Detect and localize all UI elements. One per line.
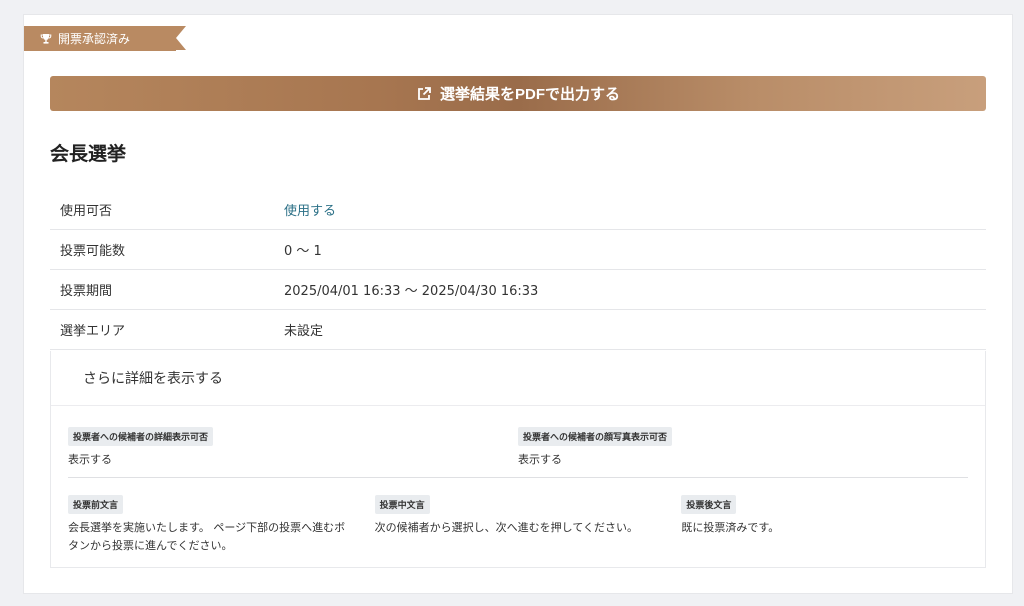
post-vote-message: 投票後文言 既に投票済みです。 xyxy=(681,493,988,555)
field-value: 表示する xyxy=(518,453,562,466)
field-tag: 投票中文言 xyxy=(374,495,430,514)
info-value-usage: 使用する xyxy=(284,204,337,219)
details-panel: さらに詳細を表示する 投票者への候補者の詳細表示可否 表示する 投票者への候補者… xyxy=(50,351,986,568)
election-card: 開票承認済み 選挙結果をPDFで出力する 会長選挙 使用可否 使用する 投票可能… xyxy=(23,14,1013,594)
divider xyxy=(68,477,968,478)
info-value: 0 〜 1 xyxy=(284,244,322,259)
pre-vote-message: 投票前文言 会長選挙を実施いたします。 ページ下部の投票へ進むボ タンから投票に… xyxy=(68,493,375,555)
field-value: 次の候補者から選択し、次へ進むを押してください。 xyxy=(374,521,639,534)
export-pdf-label: 選挙結果をPDFで出力する xyxy=(439,86,620,103)
field-tag: 投票者への候補者の顔写真表示可否 xyxy=(518,427,673,446)
details-messages: 投票前文言 会長選挙を実施いたします。 ページ下部の投票へ進むボ タンから投票に… xyxy=(68,493,988,555)
info-value: 未設定 xyxy=(284,324,324,339)
field-tag: 投票後文言 xyxy=(681,495,737,514)
field-value: 会長選挙を実施いたします。 ページ下部の投票へ進むボ タンから投票に進んでくださ… xyxy=(68,519,365,555)
export-pdf-button[interactable]: 選挙結果をPDFで出力する xyxy=(50,76,986,111)
details-display-settings: 投票者への候補者の詳細表示可否 表示する 投票者への候補者の顔写真表示可否 表示… xyxy=(68,425,968,469)
info-label: 使用可否 xyxy=(60,204,113,219)
info-label: 投票可能数 xyxy=(60,244,126,259)
status-ribbon: 開票承認済み xyxy=(24,26,186,51)
election-info-table: 使用可否 使用する 投票可能数 0 〜 1 投票期間 2025/04/01 16… xyxy=(50,190,986,350)
candidate-photo-setting: 投票者への候補者の顔写真表示可否 表示する xyxy=(518,425,968,469)
info-row-area: 選挙エリア 未設定 xyxy=(50,310,986,350)
field-value-line: 会長選挙を実施いたします。 ページ下部の投票へ進むボ xyxy=(68,521,346,534)
candidate-detail-setting: 投票者への候補者の詳細表示可否 表示する xyxy=(68,425,518,469)
field-value: 既に投票済みです。 xyxy=(681,521,780,534)
field-value: 表示する xyxy=(68,453,112,466)
info-label: 選挙エリア xyxy=(60,324,126,339)
trophy-icon xyxy=(40,33,52,45)
during-vote-message: 投票中文言 次の候補者から選択し、次へ進むを押してください。 xyxy=(374,493,682,555)
info-label: 投票期間 xyxy=(60,284,113,299)
info-row-vote-count: 投票可能数 0 〜 1 xyxy=(50,230,986,270)
external-link-icon xyxy=(416,86,432,102)
field-value-line: タンから投票に進んでください。 xyxy=(68,539,233,552)
info-value: 2025/04/01 16:33 〜 2025/04/30 16:33 xyxy=(284,284,539,299)
info-row-vote-period: 投票期間 2025/04/01 16:33 〜 2025/04/30 16:33 xyxy=(50,270,986,310)
field-tag: 投票者への候補者の詳細表示可否 xyxy=(68,427,214,446)
status-label: 開票承認済み xyxy=(58,32,131,46)
field-tag: 投票前文言 xyxy=(68,495,124,514)
details-toggle[interactable]: さらに詳細を表示する xyxy=(51,351,985,406)
info-row-usage: 使用可否 使用する xyxy=(50,190,986,230)
election-title: 会長選挙 xyxy=(50,143,127,165)
